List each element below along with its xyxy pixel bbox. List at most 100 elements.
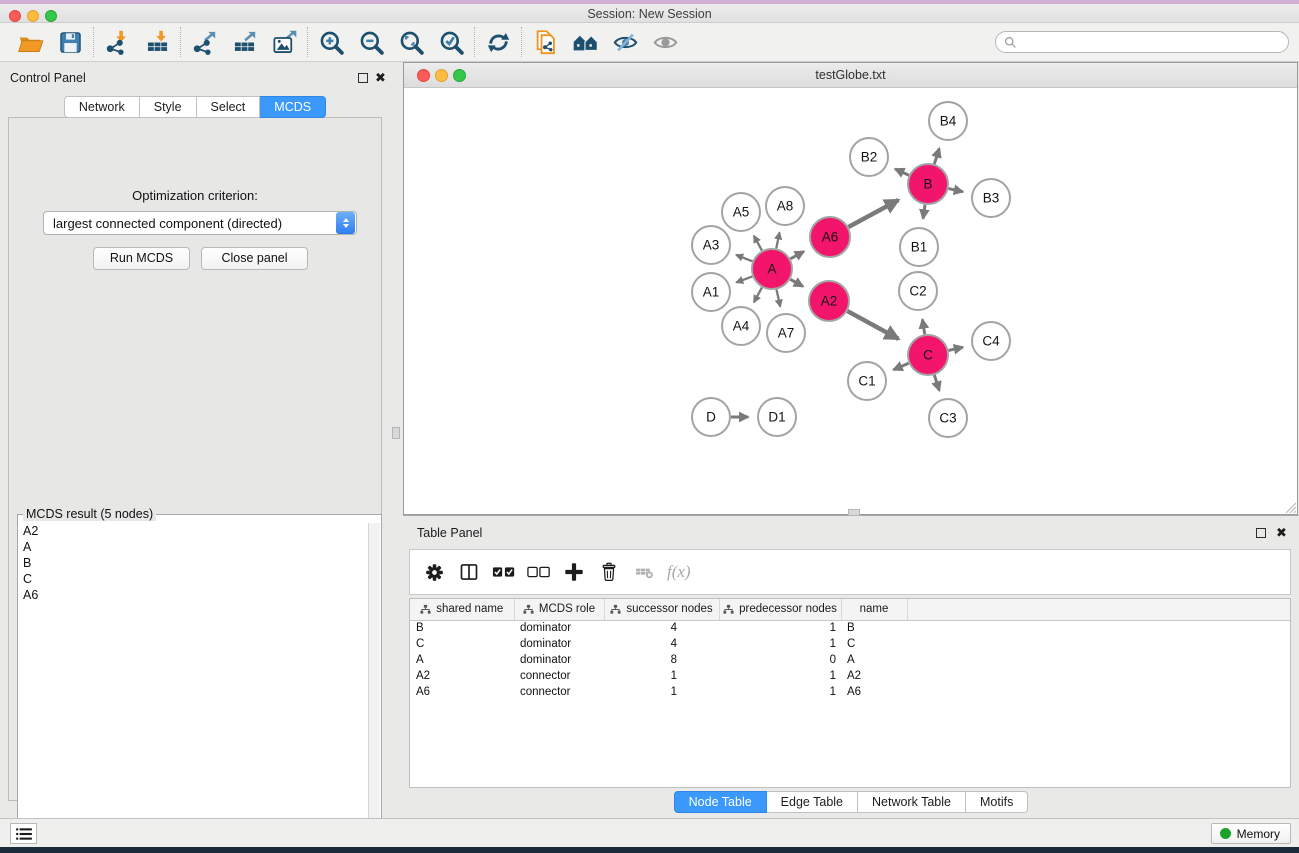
cell-predecessor-nodes[interactable]: 1	[719, 668, 841, 684]
graph-edge-B-B2[interactable]	[895, 169, 909, 175]
delete-table-button[interactable]	[632, 560, 656, 584]
refresh-button[interactable]	[478, 25, 518, 59]
divider-collapse-handle[interactable]	[392, 427, 400, 439]
float-panel-icon[interactable]	[1256, 528, 1266, 538]
hide-selected-button[interactable]	[605, 25, 645, 59]
duplicate-network-button[interactable]	[525, 25, 565, 59]
float-panel-icon[interactable]	[358, 73, 368, 83]
cell-successor-nodes[interactable]: 8	[604, 652, 719, 668]
vertical-split-divider[interactable]	[390, 62, 403, 818]
function-builder-button[interactable]: f(x)	[667, 562, 691, 582]
cell-predecessor-nodes[interactable]: 1	[719, 620, 841, 636]
graph-node-A4[interactable]: A4	[722, 307, 760, 345]
graph-edge-A-A2[interactable]	[790, 279, 803, 286]
graph-edge-A-A1[interactable]	[736, 276, 752, 282]
graph-edge-A-A8[interactable]	[776, 232, 779, 248]
cell-MCDS-role[interactable]: dominator	[514, 620, 604, 636]
memory-button[interactable]: Memory	[1211, 823, 1291, 844]
graph-node-A8[interactable]: A8	[766, 187, 804, 225]
open-session-button[interactable]	[10, 25, 50, 59]
graph-edge-A-A4[interactable]	[754, 287, 762, 302]
graph-edge-A-A7[interactable]	[776, 290, 780, 307]
graph-node-A7[interactable]: A7	[767, 314, 805, 352]
table-row[interactable]: A2connector11A2	[410, 668, 1290, 684]
home-view-button[interactable]	[565, 25, 605, 59]
table-settings-button[interactable]	[422, 560, 446, 584]
graph-node-A1[interactable]: A1	[692, 273, 730, 311]
column-header-shared-name[interactable]: shared name	[410, 599, 514, 620]
graph-edge-C-C3[interactable]	[934, 375, 939, 391]
add-row-button[interactable]	[562, 560, 586, 584]
table-row[interactable]: A6connector11A6	[410, 684, 1290, 700]
graph-edge-A-A3[interactable]	[736, 255, 752, 261]
graph-edge-A2-C[interactable]	[847, 311, 898, 339]
criterion-select[interactable]: largest connected component (directed)	[43, 211, 357, 235]
window-resize-grip[interactable]	[1282, 499, 1296, 513]
graph-edge-B-B4[interactable]	[934, 148, 939, 164]
cell-MCDS-role[interactable]: connector	[514, 684, 604, 700]
cell-name[interactable]: A	[841, 652, 907, 668]
show-columns-button[interactable]	[457, 560, 481, 584]
zoom-in-button[interactable]	[311, 25, 351, 59]
zoom-selected-button[interactable]	[431, 25, 471, 59]
mcds-result-item[interactable]: A2	[19, 523, 368, 539]
cell-successor-nodes[interactable]: 4	[604, 620, 719, 636]
graph-edge-C-C2[interactable]	[922, 319, 924, 334]
export-image-button[interactable]	[264, 25, 304, 59]
graph-edge-B-B3[interactable]	[948, 189, 962, 192]
table-row[interactable]: Bdominator41B	[410, 620, 1290, 636]
cell-MCDS-role[interactable]: dominator	[514, 636, 604, 652]
graph-node-B4[interactable]: B4	[929, 102, 967, 140]
cell-shared-name[interactable]: A2	[410, 668, 514, 684]
graph-edge-B-B1[interactable]	[923, 205, 925, 219]
export-network-button[interactable]	[184, 25, 224, 59]
graph-node-C[interactable]: C	[908, 335, 948, 375]
graph-edge-C-C4[interactable]	[948, 347, 962, 350]
cell-MCDS-role[interactable]: dominator	[514, 652, 604, 668]
mcds-result-item[interactable]: C	[19, 571, 368, 587]
graph-edge-C-C1[interactable]	[893, 363, 908, 369]
column-header-MCDS-role[interactable]: MCDS role	[514, 599, 604, 620]
graph-node-B3[interactable]: B3	[972, 179, 1010, 217]
close-panel-icon[interactable]: ✖	[1276, 526, 1287, 540]
cell-name[interactable]: A2	[841, 668, 907, 684]
column-header-successor-nodes[interactable]: successor nodes	[604, 599, 719, 620]
mcds-result-list[interactable]: A2ABCA6	[19, 523, 368, 851]
graph-node-B2[interactable]: B2	[850, 138, 888, 176]
zoom-out-button[interactable]	[351, 25, 391, 59]
import-network-button[interactable]	[97, 25, 137, 59]
zoom-fit-button[interactable]	[391, 25, 431, 59]
table-row[interactable]: Cdominator41C	[410, 636, 1290, 652]
graph-node-C1[interactable]: C1	[848, 362, 886, 400]
tab-mcds[interactable]: MCDS	[260, 96, 326, 118]
cell-name[interactable]: A6	[841, 684, 907, 700]
graph-node-A3[interactable]: A3	[692, 226, 730, 264]
cell-predecessor-nodes[interactable]: 1	[719, 684, 841, 700]
graph-node-C4[interactable]: C4	[972, 322, 1010, 360]
divider-collapse-handle[interactable]	[848, 509, 860, 516]
close-panel-button[interactable]: Close panel	[201, 247, 308, 270]
graph-node-A6[interactable]: A6	[810, 217, 850, 257]
cell-MCDS-role[interactable]: connector	[514, 668, 604, 684]
cell-predecessor-nodes[interactable]: 1	[719, 636, 841, 652]
mcds-result-item[interactable]: B	[19, 555, 368, 571]
import-table-button[interactable]	[137, 25, 177, 59]
network-canvas[interactable]: B4B2BB3A5A8A6A3AB1A1C2A2A4A7C4CC1C3DD1	[404, 88, 1297, 514]
mcds-result-item[interactable]: A	[19, 539, 368, 555]
deselect-all-checkboxes-button[interactable]	[527, 560, 551, 584]
cell-shared-name[interactable]: C	[410, 636, 514, 652]
cell-successor-nodes[interactable]: 4	[604, 636, 719, 652]
cell-name[interactable]: C	[841, 636, 907, 652]
graph-node-C2[interactable]: C2	[899, 272, 937, 310]
tab-style[interactable]: Style	[140, 96, 197, 118]
graph-node-C3[interactable]: C3	[929, 399, 967, 437]
search-field[interactable]	[995, 31, 1289, 53]
task-history-button[interactable]	[10, 823, 37, 844]
graph-node-A2[interactable]: A2	[809, 281, 849, 321]
node-table-grid[interactable]: shared nameMCDS rolesuccessor nodesprede…	[410, 599, 1290, 700]
cell-shared-name[interactable]: A	[410, 652, 514, 668]
cell-shared-name[interactable]: B	[410, 620, 514, 636]
save-session-button[interactable]	[50, 25, 90, 59]
graph-node-D1[interactable]: D1	[758, 398, 796, 436]
graph-node-B1[interactable]: B1	[900, 228, 938, 266]
